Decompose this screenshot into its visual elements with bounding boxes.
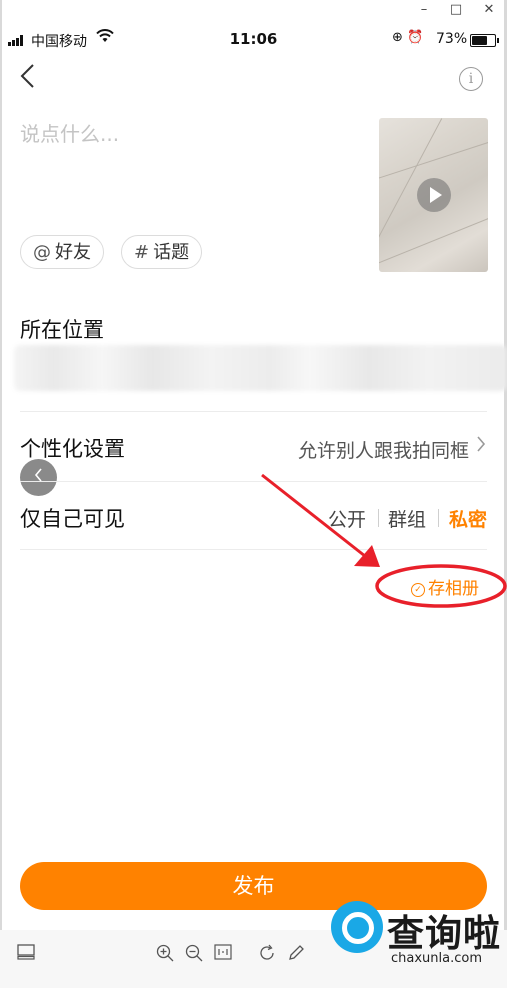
annotation-overlay [261, 473, 507, 608]
watermark-search-icon [331, 901, 383, 953]
screen-icon[interactable] [17, 944, 35, 965]
watermark-title: 查询啦 [387, 912, 501, 955]
zoom-out-icon[interactable] [185, 944, 203, 967]
edit-icon[interactable] [287, 944, 305, 967]
actual-size-icon[interactable] [214, 944, 232, 965]
annotation-arrow [261, 473, 371, 562]
rotate-icon[interactable] [258, 944, 276, 967]
watermark-logo: 查询啦 chaxunla.com [323, 897, 507, 975]
watermark-url: chaxunla.com [391, 951, 482, 966]
annotation-ellipse [375, 564, 507, 608]
annotation-arrowhead [354, 545, 380, 567]
zoom-in-icon[interactable] [156, 944, 174, 967]
